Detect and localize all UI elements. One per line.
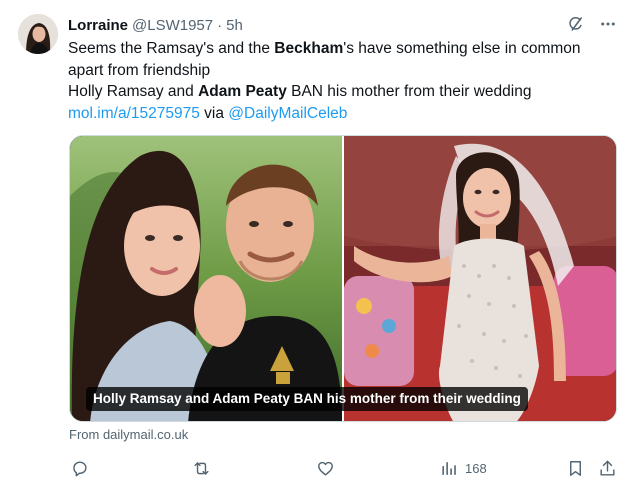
tweet-text-line-2: apart from friendship (68, 61, 211, 79)
retweet-button[interactable] (192, 452, 211, 484)
article-link[interactable]: mol.im/a/15275975 (68, 105, 200, 122)
share-button[interactable] (598, 452, 617, 484)
reply-icon (73, 460, 87, 476)
media-caption: Holly Ramsay and Adam Peaty BAN his moth… (86, 387, 528, 411)
text-bold-segment: Adam Peaty (198, 83, 287, 100)
text-segment: 's have something else in common (343, 40, 581, 57)
retweet-icon (194, 461, 209, 475)
bride-photo (344, 136, 616, 421)
bookmark-icon (570, 460, 581, 476)
tweet[interactable]: Lorraine @LSW1957 · 5h Seems the Ramsay'… (0, 0, 634, 495)
like-button[interactable] (316, 452, 335, 484)
tweet-header: Lorraine @LSW1957 · 5h (68, 14, 243, 36)
views-button[interactable]: 168 (440, 452, 487, 484)
more-icon[interactable] (598, 14, 618, 34)
share-icon (600, 460, 615, 476)
reply-button[interactable] (70, 452, 89, 484)
text-bold-segment: Beckham (274, 40, 344, 57)
grok-icon[interactable] (566, 14, 586, 34)
header-separator: · (217, 16, 223, 34)
tweet-text-line-1: Seems the Ramsay's and the Beckham's hav… (68, 38, 618, 60)
tweet-top-actions (566, 14, 618, 34)
tweet-text-line-4: mol.im/a/15275975 via @DailyMailCeleb (68, 103, 618, 125)
link-card-media[interactable]: Holly Ramsay and Adam Peaty BAN his moth… (69, 135, 617, 422)
tweet-text-line-3: Holly Ramsay and Adam Peaty BAN his moth… (68, 81, 618, 103)
views-icon (442, 461, 456, 475)
text-segment: BAN his mother from their wedding (286, 83, 532, 100)
mention-link[interactable]: @DailyMailCeleb (228, 105, 347, 122)
author-handle[interactable]: @LSW1957 (132, 17, 213, 34)
tweet-timestamp[interactable]: 5h (226, 17, 243, 34)
avatar[interactable] (18, 14, 58, 54)
bookmark-button[interactable] (566, 452, 585, 484)
link-source[interactable]: From dailymail.co.uk (69, 427, 188, 442)
like-icon (318, 461, 333, 476)
text-segment: Seems the Ramsay's and the (68, 40, 275, 57)
via-label: via (199, 104, 229, 122)
couple-photo (70, 136, 342, 421)
tweet-actions: 168 (62, 452, 618, 484)
author-display-name[interactable]: Lorraine (68, 17, 128, 34)
tweet-text: Seems the Ramsay's and the Beckham's hav… (68, 38, 618, 124)
text-segment: Holly Ramsay and (68, 83, 199, 100)
views-count: 168 (465, 460, 487, 476)
